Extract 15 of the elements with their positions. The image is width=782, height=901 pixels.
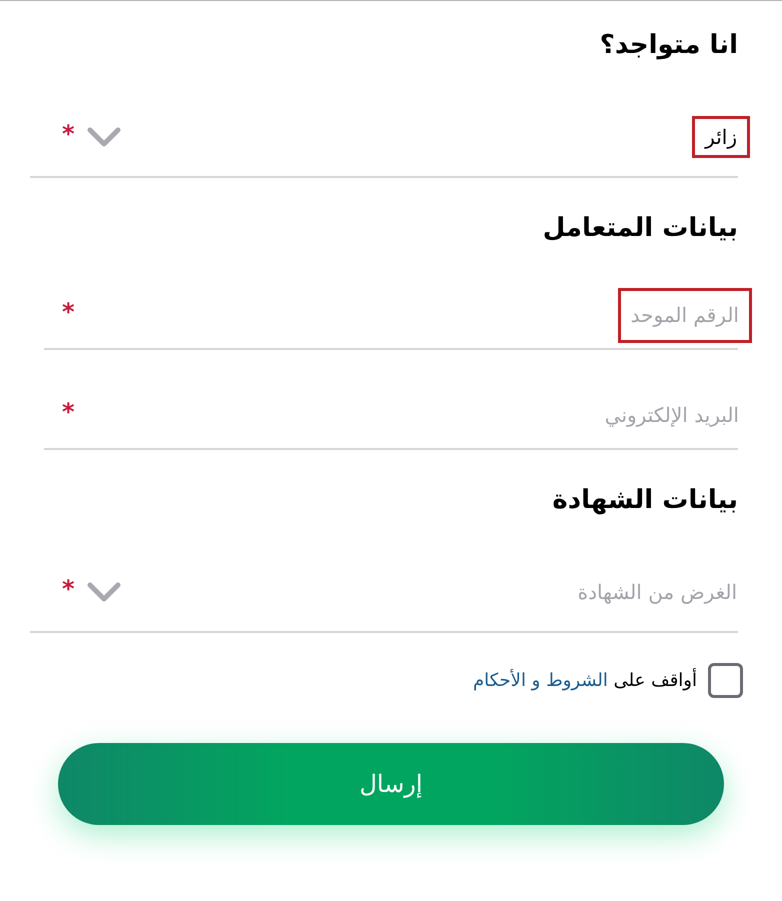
input-field[interactable]: البريد الإلكتروني <box>592 388 752 442</box>
agreement-text: أواقف على الشروط و الأحكام <box>472 668 697 692</box>
dropdown-value[interactable]: زائر <box>692 116 750 158</box>
section-heading: انا متواجد؟ <box>600 29 738 62</box>
required-asterisk: * <box>62 577 75 601</box>
input-field[interactable]: الرقم الموحد <box>618 288 752 342</box>
required-asterisk: * <box>62 300 75 324</box>
required-asterisk: * <box>62 122 75 146</box>
section-heading: بيانات المتعامل <box>542 212 738 245</box>
section-heading: بيانات الشهادة <box>552 484 738 517</box>
terms-link[interactable]: الشروط و الأحكام <box>472 670 608 690</box>
required-asterisk: * <box>62 400 75 424</box>
chevron-down-icon[interactable] <box>86 126 121 148</box>
checkbox[interactable] <box>708 663 743 698</box>
chevron-down-icon[interactable] <box>86 582 121 602</box>
